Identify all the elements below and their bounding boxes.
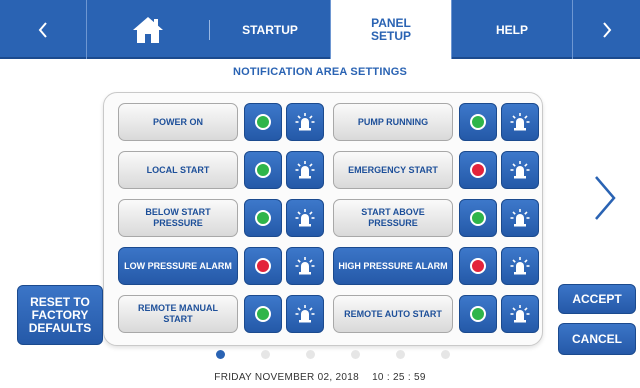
alarm-beacon-icon [295,161,315,179]
alarm-beacon-icon [295,305,315,323]
status-light-icon [255,210,271,226]
tab-panel-setup[interactable]: PANEL SETUP [331,0,451,59]
notification-setting-row: PUMP RUNNING [333,103,539,141]
alarm-beacon-button[interactable] [286,247,324,285]
status-light-icon [255,258,271,274]
chevron-right-icon [602,21,611,38]
status-light-icon [255,114,271,130]
accept-button[interactable]: ACCEPT [558,284,636,314]
alarm-beacon-icon [510,161,530,179]
page-dot[interactable] [306,350,315,359]
tab-startup[interactable]: STARTUP [210,0,330,59]
home-icon [133,16,163,43]
status-indicator-button[interactable] [244,199,282,237]
top-navigation-bar: STARTUP PANEL SETUP HELP [0,0,640,59]
alarm-beacon-icon [510,257,530,275]
alarm-beacon-icon [295,257,315,275]
status-indicator-button[interactable] [459,151,497,189]
status-light-icon [255,306,271,322]
next-page-arrow-icon[interactable] [590,173,620,223]
alarm-beacon-button[interactable] [286,199,324,237]
notification-setting-button[interactable]: PUMP RUNNING [333,103,453,141]
notification-setting-row: REMOTE MANUAL START [118,295,324,333]
notification-setting-row: START ABOVE PRESSURE [333,199,539,237]
page-dot[interactable] [441,350,450,359]
status-indicator-button[interactable] [244,247,282,285]
current-date: FRIDAY NOVEMBER 02, 2018 [214,372,359,383]
status-indicator-button[interactable] [459,103,497,141]
notification-setting-row: BELOW START PRESSURE [118,199,324,237]
notification-setting-button[interactable]: LOCAL START [118,151,238,189]
notification-setting-button[interactable]: LOW PRESSURE ALARM [118,247,238,285]
tab-help[interactable]: HELP [452,0,572,59]
back-button[interactable] [0,0,86,59]
alarm-beacon-button[interactable] [501,295,539,333]
status-light-icon [255,162,271,178]
notification-setting-button[interactable]: HIGH PRESSURE ALARM [333,247,453,285]
reset-label-line3: DEFAULTS [28,320,92,335]
alarm-beacon-icon [295,209,315,227]
cancel-button[interactable]: CANCEL [558,323,636,355]
status-indicator-button[interactable] [459,295,497,333]
notification-setting-button[interactable]: REMOTE AUTO START [333,295,453,333]
alarm-beacon-button[interactable] [501,151,539,189]
notification-setting-row: HIGH PRESSURE ALARM [333,247,539,285]
status-indicator-button[interactable] [459,199,497,237]
alarm-beacon-button[interactable] [286,103,324,141]
alarm-beacon-button[interactable] [286,151,324,189]
notification-settings-panel: POWER ON LOCAL START BELOW START PRESSURE L… [103,92,543,346]
notification-setting-row: EMERGENCY START [333,151,539,189]
notification-setting-button[interactable]: REMOTE MANUAL START [118,295,238,333]
alarm-beacon-button[interactable] [286,295,324,333]
alarm-beacon-button[interactable] [501,199,539,237]
current-time: 10 : 25 : 59 [372,372,426,383]
alarm-beacon-icon [510,113,530,131]
notification-setting-row: REMOTE AUTO START [333,295,539,333]
alarm-beacon-icon [510,305,530,323]
status-indicator-button[interactable] [244,295,282,333]
page-dot[interactable] [261,350,270,359]
reset-factory-defaults-button[interactable]: RESET TO FACTORY DEFAULTS [17,285,103,345]
reset-label-line2: FACTORY [31,307,89,322]
home-button[interactable] [87,0,209,59]
notification-setting-row: POWER ON [118,103,324,141]
notification-setting-row: LOCAL START [118,151,324,189]
status-indicator-button[interactable] [244,151,282,189]
alarm-beacon-icon [510,209,530,227]
status-light-icon [470,114,486,130]
notification-setting-button[interactable]: BELOW START PRESSURE [118,199,238,237]
page-title: NOTIFICATION AREA SETTINGS [232,66,408,78]
page-dot[interactable] [396,350,405,359]
status-indicator-button[interactable] [459,247,497,285]
status-light-icon [470,162,486,178]
alarm-beacon-button[interactable] [501,247,539,285]
tab-panel-setup-label-line1: PANEL [371,15,411,30]
page-dot[interactable] [216,350,225,359]
notification-setting-button[interactable]: EMERGENCY START [333,151,453,189]
status-light-icon [470,306,486,322]
status-indicator-button[interactable] [244,103,282,141]
notification-setting-button[interactable]: START ABOVE PRESSURE [333,199,453,237]
chevron-left-icon [38,21,47,38]
notification-setting-button[interactable]: POWER ON [118,103,238,141]
status-light-icon [470,210,486,226]
page-dot[interactable] [351,350,360,359]
date-time-display: FRIDAY NOVEMBER 02, 2018 10 : 25 : 59 [0,372,640,383]
reset-label-line1: RESET TO [30,294,90,309]
alarm-beacon-icon [295,113,315,131]
notification-setting-row: LOW PRESSURE ALARM [118,247,324,285]
alarm-beacon-button[interactable] [501,103,539,141]
tab-panel-setup-label-line2: SETUP [370,28,411,43]
forward-button[interactable] [573,0,640,59]
status-light-icon [470,258,486,274]
